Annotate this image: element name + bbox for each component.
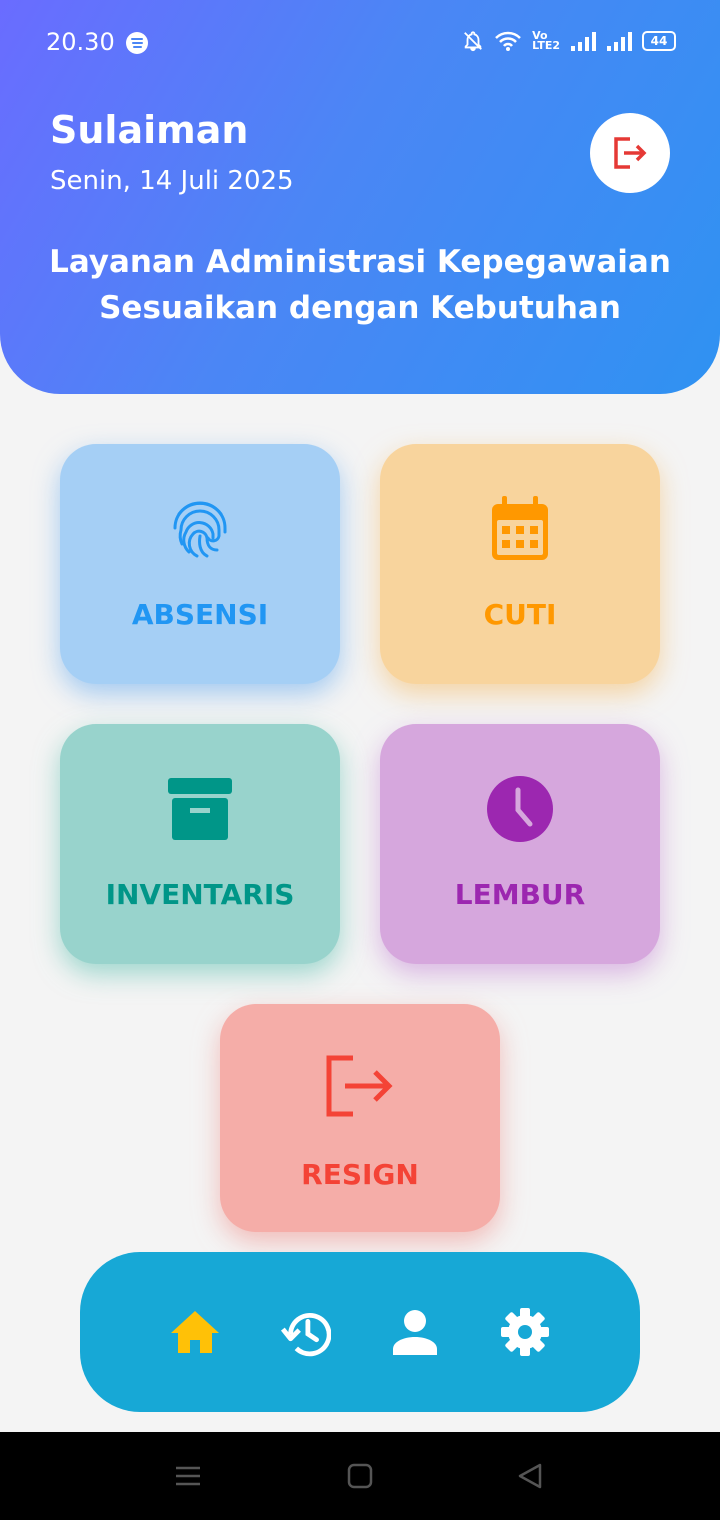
user-name: Sulaiman bbox=[50, 108, 249, 152]
calendar-icon bbox=[492, 496, 548, 560]
status-icons: Vo LTE2 44 bbox=[462, 30, 676, 52]
nav-profile-button[interactable] bbox=[389, 1306, 441, 1358]
system-home-button[interactable] bbox=[342, 1458, 378, 1494]
profile-icon bbox=[393, 1310, 437, 1355]
logout-icon bbox=[614, 137, 647, 169]
system-nav-bar bbox=[0, 1432, 720, 1520]
signal-icon bbox=[607, 32, 632, 51]
tagline-line-1: Layanan Administrasi Kepegawaian bbox=[49, 244, 671, 280]
menu-inventaris-button[interactable]: INVENTARIS bbox=[60, 724, 340, 964]
battery-icon: 44 bbox=[642, 31, 676, 51]
spotify-icon bbox=[126, 32, 148, 54]
history-icon bbox=[280, 1312, 331, 1357]
clock-icon bbox=[487, 776, 553, 842]
nav-settings-button[interactable] bbox=[499, 1306, 551, 1358]
cuti-label: CUTI bbox=[483, 598, 557, 631]
current-date: Senin, 14 Juli 2025 bbox=[50, 166, 294, 196]
wifi-icon bbox=[495, 31, 522, 51]
absensi-label: ABSENSI bbox=[131, 598, 269, 631]
nav-history-button[interactable] bbox=[279, 1306, 331, 1358]
menu-absensi-button[interactable]: ABSENSI bbox=[60, 444, 340, 684]
logout-button[interactable] bbox=[590, 113, 670, 193]
exit-icon bbox=[326, 1055, 393, 1117]
system-back-button[interactable] bbox=[512, 1458, 548, 1494]
volte-icon: Vo LTE2 bbox=[532, 29, 560, 52]
archive-box-icon bbox=[168, 778, 232, 840]
home-square-icon bbox=[347, 1463, 373, 1489]
system-menu-button[interactable] bbox=[170, 1458, 206, 1494]
inventaris-label: INVENTARIS bbox=[105, 878, 295, 911]
bottom-nav bbox=[80, 1252, 640, 1412]
menu-icon bbox=[176, 1466, 200, 1486]
menu-lembur-button[interactable]: LEMBUR bbox=[380, 724, 660, 964]
status-time: 20.30 bbox=[46, 28, 115, 56]
back-icon bbox=[518, 1463, 542, 1489]
settings-icon bbox=[501, 1308, 549, 1356]
lembur-label: LEMBUR bbox=[454, 878, 586, 911]
status-bar: 20.30 Vo LTE2 44 bbox=[0, 0, 720, 88]
tagline-line-2: Sesuaikan dengan Kebutuhan bbox=[99, 290, 621, 326]
signal-icon bbox=[571, 32, 596, 51]
resign-label: RESIGN bbox=[301, 1158, 419, 1191]
menu-resign-button[interactable]: RESIGN bbox=[220, 1004, 500, 1232]
home-icon bbox=[171, 1311, 219, 1353]
nav-home-button[interactable] bbox=[169, 1306, 221, 1358]
fingerprint-icon bbox=[173, 501, 227, 558]
menu-cuti-button[interactable]: CUTI bbox=[380, 444, 660, 684]
header-banner: 20.30 Vo LTE2 44 Sulaiman Senin, 14 Juli … bbox=[0, 0, 720, 394]
bell-off-icon bbox=[464, 31, 483, 52]
